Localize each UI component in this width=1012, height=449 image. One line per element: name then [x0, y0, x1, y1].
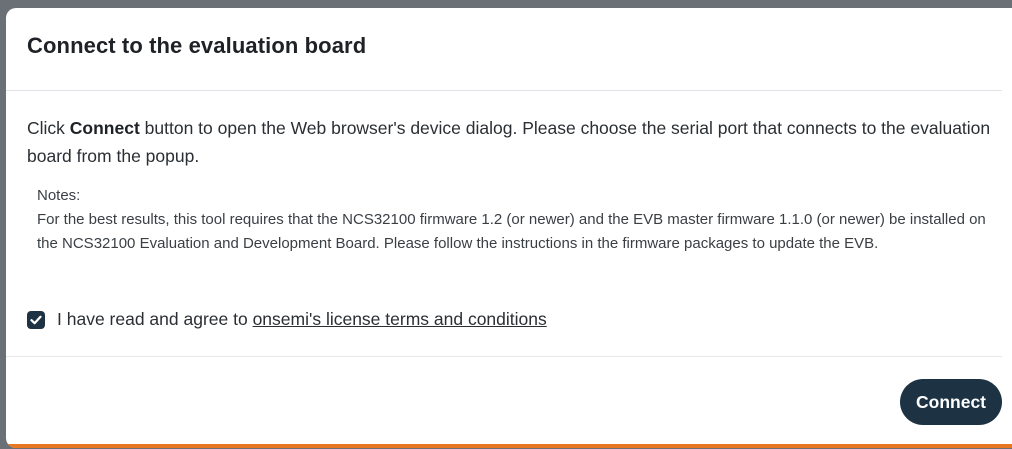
- intro-prefix: Click: [27, 118, 70, 138]
- check-icon: [30, 315, 42, 324]
- connect-dialog: Connect to the evaluation board Click Co…: [6, 8, 1012, 448]
- notes-heading: Notes:: [37, 187, 81, 204]
- dialog-title: Connect to the evaluation board: [27, 33, 367, 58]
- notes-text: For the best results, this tool requires…: [37, 211, 986, 252]
- intro-connect-keyword: Connect: [69, 118, 140, 138]
- dialog-header: Connect to the evaluation board: [6, 8, 1002, 91]
- dialog-accent-bar: [6, 444, 1012, 448]
- intro-suffix: button to open the Web browser's device …: [27, 118, 991, 166]
- license-terms-link[interactable]: onsemi's license terms and conditions: [253, 309, 547, 330]
- connect-button[interactable]: Connect: [900, 379, 1002, 425]
- intro-text: Click Connect button to open the Web bro…: [27, 114, 1002, 170]
- notes-section: Notes: For the best results, this tool r…: [37, 184, 1002, 256]
- agree-row: I have read and agree to onsemi's licens…: [27, 309, 547, 330]
- dialog-footer: Connect: [6, 356, 1002, 425]
- dialog-body: Click Connect button to open the Web bro…: [27, 114, 1002, 329]
- agree-label: I have read and agree to: [57, 309, 248, 329]
- agree-checkbox[interactable]: [27, 310, 45, 329]
